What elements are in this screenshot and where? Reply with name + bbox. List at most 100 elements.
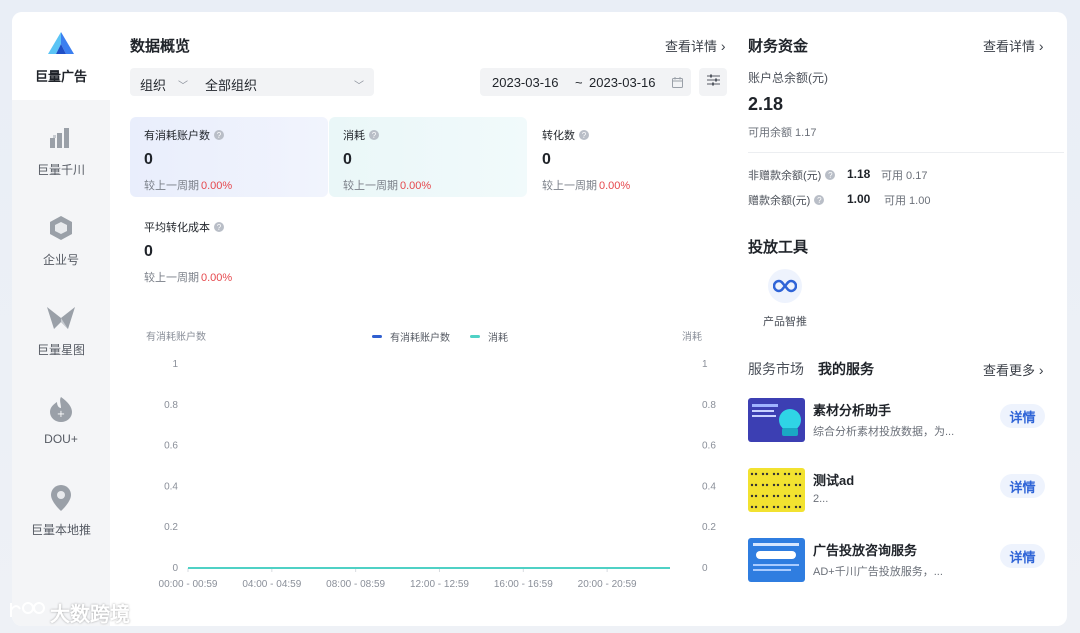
tools-title: 投放工具 xyxy=(748,239,809,256)
services-more-link[interactable]: 查看更多 xyxy=(983,360,1044,379)
metric-value: 0 xyxy=(144,243,153,260)
balance-row-label: 赠款余额(元) xyxy=(748,195,811,207)
non-grant-balance-row: 非赠款余额(元)? xyxy=(748,167,836,183)
service-desc: AD+千川广告投放服务，... xyxy=(813,566,943,578)
tab-my-services[interactable]: 我的服务 xyxy=(818,359,874,379)
metric-card-conversions[interactable]: 转化数? 0 较上一周期 0.00% xyxy=(528,117,726,197)
right-panel: 财务资金 查看详情 账户总余额(元) 2.18 可用余额 1.17 非赠款余额(… xyxy=(730,12,1067,626)
date-start: 2023-03-16 xyxy=(492,75,559,90)
sidebar-item-label: 巨量本地推 xyxy=(30,522,91,537)
service-details-button[interactable]: 详情 xyxy=(1000,404,1045,428)
y-tick-label-right: 0.4 xyxy=(702,481,716,492)
metric-compare-label: 较上一周期 xyxy=(144,272,199,284)
help-icon[interactable]: ? xyxy=(214,130,224,140)
balance-row-available: 可用 0.17 xyxy=(881,170,928,182)
x-tick-label: 16:00 - 16:59 xyxy=(494,579,553,590)
metric-compare-value: 0.00% xyxy=(400,180,432,192)
legend-label: 有消耗账户数 xyxy=(390,331,450,344)
watermark-text: 大数跨境 xyxy=(50,604,130,626)
sidebar-item-label: 巨量千川 xyxy=(36,162,85,177)
sidebar-item-ocean-engine[interactable]: 巨量广告 xyxy=(12,12,110,100)
metric-card-spend[interactable]: 消耗? 0 较上一周期 0.00% xyxy=(329,117,527,197)
service-details-button[interactable]: 详情 xyxy=(1000,474,1045,498)
help-icon[interactable]: ? xyxy=(214,222,224,232)
y-tick-label-left: 0.4 xyxy=(164,481,178,492)
metric-compare-label: 较上一周期 xyxy=(144,180,199,192)
balance-row-label: 非赠款余额(元) xyxy=(748,170,822,182)
metric-compare-label: 较上一周期 xyxy=(343,180,398,192)
service-item[interactable]: 素材分析助手 综合分析素材投放数据，为... 详情 xyxy=(748,398,1048,444)
metric-compare-label: 较上一周期 xyxy=(542,180,597,192)
watermark: 大数跨境 xyxy=(8,598,130,627)
enterprise-account-icon xyxy=(46,213,76,243)
tool-product-smart-push[interactable]: 产品智推 xyxy=(750,267,820,331)
metric-card-avg-conversion-cost[interactable]: 平均转化成本? 0 较上一周期 0.00% xyxy=(130,209,328,289)
org-select-value: 全部组织 xyxy=(205,78,258,93)
service-name: 测试ad xyxy=(813,473,855,488)
divider xyxy=(748,152,1064,153)
metric-label: 转化数 xyxy=(542,130,575,142)
legend-swatch xyxy=(372,335,382,338)
data-overview-panel: 数据概览 查看详情 组织 ﹀ 全部组织 ﹀ 2023-03-16 ~ 2023-… xyxy=(110,12,730,626)
x-tick-label: 00:00 - 00:59 xyxy=(159,579,218,590)
chevron-down-icon: ﹀ xyxy=(354,81,364,92)
overview-details-link[interactable]: 查看详情 xyxy=(665,36,726,55)
available-balance: 可用余额 1.17 xyxy=(748,127,817,139)
metric-value: 0 xyxy=(542,151,551,168)
sidebar-item-local-promotion[interactable]: 巨量本地推 xyxy=(12,466,110,554)
chevron-down-icon: ﹀ xyxy=(178,81,188,92)
sidebar-item-dou-plus[interactable]: + DOU+ xyxy=(12,376,110,464)
balance-row-available: 可用 1.00 xyxy=(884,195,931,207)
help-icon[interactable]: ? xyxy=(369,130,379,140)
service-desc: 2... xyxy=(813,493,829,505)
service-item[interactable]: 测试ad 2... 详情 xyxy=(748,468,1048,514)
metric-label: 消耗 xyxy=(343,130,365,142)
y-axis-title-left: 有消耗账户数 xyxy=(146,330,206,343)
help-icon[interactable]: ? xyxy=(814,195,825,205)
sidebar-item-label: DOU+ xyxy=(44,432,78,446)
y-tick-label-left: 1 xyxy=(172,359,178,370)
app-frame: 巨量广告 巨量千川 企业号 巨量星图 + DOU+ 巨量本地推 数据概览 查看详… xyxy=(12,12,1067,626)
service-thumbnail xyxy=(748,538,805,582)
service-thumbnail xyxy=(748,468,805,512)
y-tick-label-right: 0 xyxy=(702,563,708,574)
sidebar: 巨量广告 巨量千川 企业号 巨量星图 + DOU+ 巨量本地推 xyxy=(12,12,110,626)
svg-text:+: + xyxy=(57,409,65,420)
service-name: 广告投放咨询服务 xyxy=(813,543,918,558)
tab-service-market[interactable]: 服务市场 xyxy=(748,359,804,379)
metric-label: 有消耗账户数 xyxy=(144,130,210,142)
help-icon[interactable]: ? xyxy=(825,170,836,180)
service-thumbnail xyxy=(748,398,805,442)
date-range-picker[interactable]: 2023-03-16 ~ 2023-03-16 xyxy=(480,68,691,96)
sidebar-item-qianchuan[interactable]: 巨量千川 xyxy=(12,106,110,194)
metric-value: 0 xyxy=(144,151,153,168)
help-icon[interactable]: ? xyxy=(579,130,589,140)
service-name: 素材分析助手 xyxy=(813,403,892,418)
local-promotion-icon xyxy=(46,483,76,513)
y-tick-label-left: 0.2 xyxy=(164,522,178,533)
metric-card-active-accounts[interactable]: 有消耗账户数? 0 较上一周期 0.00% xyxy=(130,117,328,197)
total-balance-label: 账户总余额(元) xyxy=(748,71,828,85)
service-details-button[interactable]: 详情 xyxy=(1000,544,1045,568)
y-tick-label-left: 0.6 xyxy=(164,441,178,452)
service-item[interactable]: 广告投放咨询服务 AD+千川广告投放服务，... 详情 xyxy=(748,538,1048,584)
org-select[interactable]: 组织 ﹀ 全部组织 ﹀ xyxy=(130,68,374,96)
sidebar-item-label: 企业号 xyxy=(42,252,79,267)
x-tick-label: 08:00 - 08:59 xyxy=(326,579,385,590)
metric-label: 平均转化成本 xyxy=(144,222,210,234)
sidebar-item-xingtu[interactable]: 巨量星图 xyxy=(12,286,110,374)
finance-details-link[interactable]: 查看详情 xyxy=(983,36,1044,55)
sidebar-item-enterprise[interactable]: 企业号 xyxy=(12,196,110,284)
y-tick-label-left: 0.8 xyxy=(164,400,178,411)
date-separator: ~ xyxy=(575,75,583,90)
metric-value: 0 xyxy=(343,151,352,168)
grant-balance-row: 赠款余额(元)? xyxy=(748,192,825,208)
y-tick-label-right: 0.2 xyxy=(702,522,716,533)
dou-plus-icon: + xyxy=(46,394,76,424)
balance-row-value: 1.18 xyxy=(847,167,871,181)
balance-row-value: 1.00 xyxy=(847,192,871,206)
filter-settings-button[interactable] xyxy=(699,68,727,96)
finance-title: 财务资金 xyxy=(748,38,809,55)
calendar-icon xyxy=(672,76,683,91)
y-tick-label-right: 1 xyxy=(702,359,708,370)
